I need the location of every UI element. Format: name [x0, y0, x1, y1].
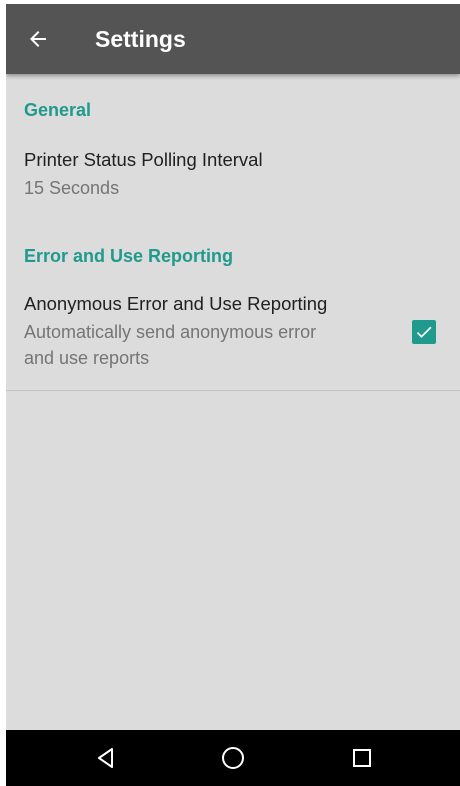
- home-circle-icon: [222, 747, 244, 769]
- app-bar: Settings: [6, 4, 460, 74]
- page-title: Settings: [95, 26, 186, 52]
- nav-home-button[interactable]: [217, 742, 249, 774]
- recents-square-icon: [353, 749, 371, 767]
- reporting-checkbox[interactable]: [412, 320, 436, 344]
- pref-summary-line2: and use reports: [24, 348, 150, 368]
- list-divider: [6, 390, 460, 391]
- pref-summary-line1: Automatically send anonymous error: [24, 322, 317, 342]
- pref-summary: 15 Seconds: [24, 178, 120, 198]
- system-nav-bar: [6, 730, 460, 786]
- nav-back-button[interactable]: [90, 742, 122, 774]
- section-header-error-reporting: Error and Use Reporting: [24, 246, 234, 266]
- back-triangle-icon: [98, 748, 113, 768]
- settings-screen: Settings General Printer Status Polling …: [6, 4, 460, 786]
- pref-title: Printer Status Polling Interval: [24, 149, 263, 170]
- section-header-general: General: [24, 100, 92, 120]
- back-button[interactable]: [20, 21, 56, 57]
- checkmark-icon: [416, 326, 432, 338]
- pref-title: Anonymous Error and Use Reporting: [24, 293, 328, 314]
- arrow-back-icon: [30, 31, 46, 47]
- pref-polling-interval[interactable]: Printer Status Polling Interval 15 Secon…: [6, 136, 460, 208]
- pref-anonymous-reporting[interactable]: Anonymous Error and Use Reporting Automa…: [6, 280, 460, 384]
- nav-recents-button[interactable]: [346, 742, 378, 774]
